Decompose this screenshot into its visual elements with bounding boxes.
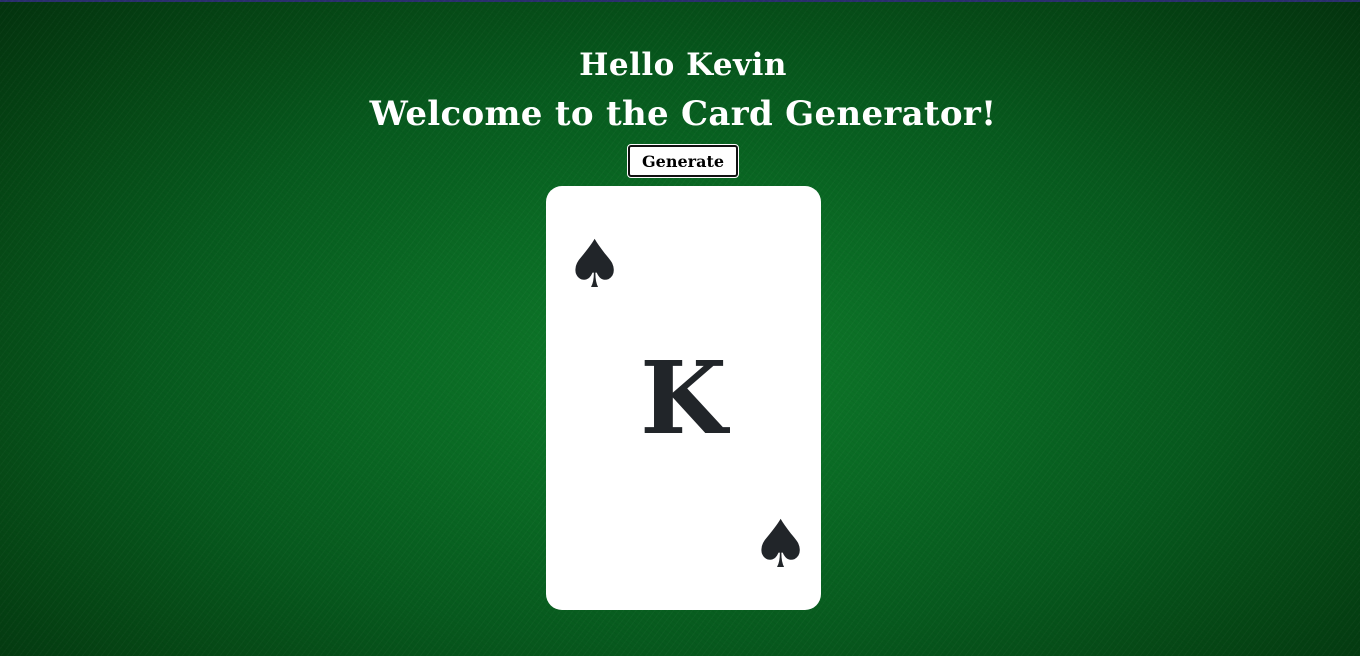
spade-icon: ♠ (751, 506, 811, 583)
spade-icon: ♠ (565, 226, 625, 303)
card-rank: K (640, 339, 727, 457)
generate-button[interactable]: Generate (627, 144, 739, 178)
welcome-heading: Welcome to the Card Generator! (369, 94, 997, 134)
greeting-heading: Hello Kevin (579, 47, 787, 83)
playing-card: ♠ K ♠ (546, 186, 821, 610)
top-border (0, 0, 1360, 2)
